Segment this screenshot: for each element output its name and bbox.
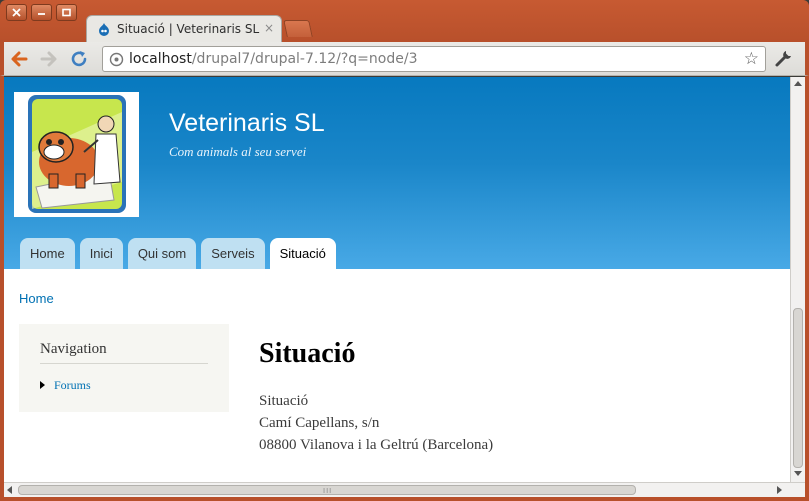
node-body: Situació Camí Capellans, s/n 08800 Vilan… bbox=[259, 390, 493, 456]
block-title: Navigation bbox=[40, 341, 107, 357]
window-frame-left bbox=[0, 76, 4, 501]
nav-link-label: Forums bbox=[54, 378, 91, 392]
scroll-down-arrow-icon[interactable] bbox=[794, 471, 802, 476]
main-menu: Home Inici Qui som Serveis Situació bbox=[20, 238, 336, 269]
body-line: 08800 Vilanova i la Geltrú (Barcelona) bbox=[259, 437, 494, 453]
site-header: Veterinaris SL Com animals al seu servei… bbox=[4, 77, 790, 269]
address-bar[interactable]: localhost/drupal7/drupal-7.12/?q=node/3 … bbox=[102, 46, 766, 72]
vet-bulldog-logo-icon[interactable] bbox=[14, 92, 139, 217]
scroll-right-arrow-icon[interactable] bbox=[777, 486, 782, 494]
back-arrow-icon[interactable] bbox=[8, 48, 30, 70]
window-titlebar: Situació | Veterinaris SL × bbox=[0, 0, 809, 43]
window-frame-right bbox=[805, 76, 809, 501]
window-frame-bottom bbox=[0, 497, 809, 501]
vertical-scrollbar[interactable] bbox=[790, 77, 805, 482]
minimize-icon bbox=[38, 13, 45, 15]
horizontal-scrollbar[interactable]: III bbox=[4, 482, 805, 497]
window-minimize-button[interactable] bbox=[31, 4, 52, 21]
browser-tab-active[interactable]: Situació | Veterinaris SL × bbox=[86, 15, 282, 43]
breadcrumb[interactable]: Home bbox=[19, 291, 54, 306]
scroll-left-arrow-icon[interactable] bbox=[7, 486, 12, 494]
menu-item-serveis[interactable]: Serveis bbox=[201, 238, 265, 269]
scroll-up-arrow-icon[interactable] bbox=[794, 81, 802, 86]
vertical-scroll-thumb[interactable] bbox=[793, 308, 803, 468]
drupal-favicon-icon bbox=[99, 23, 109, 36]
horizontal-scroll-thumb[interactable]: III bbox=[18, 485, 636, 495]
wrench-menu-icon[interactable] bbox=[774, 48, 794, 68]
window-close-button[interactable] bbox=[6, 4, 27, 21]
tab-title: Situació | Veterinaris SL bbox=[117, 22, 260, 36]
address-url: localhost/drupal7/drupal-7.12/?q=node/3 bbox=[129, 51, 417, 67]
url-host: localhost bbox=[129, 51, 192, 67]
menu-item-home[interactable]: Home bbox=[20, 238, 75, 269]
block-divider bbox=[40, 363, 208, 364]
tab-close-icon[interactable]: × bbox=[264, 21, 274, 35]
page-title: Situació bbox=[259, 338, 356, 369]
site-name[interactable]: Veterinaris SL bbox=[169, 109, 325, 138]
reload-icon[interactable] bbox=[68, 48, 90, 70]
page-info-icon bbox=[109, 52, 124, 67]
window-maximize-button[interactable] bbox=[56, 4, 77, 21]
menu-item-qui-som[interactable]: Qui som bbox=[127, 238, 197, 269]
nav-link-forums[interactable]: Forums bbox=[40, 378, 91, 393]
bullet-arrow-icon bbox=[40, 381, 45, 389]
menu-item-inici[interactable]: Inici bbox=[79, 238, 123, 269]
bookmark-star-icon[interactable]: ☆ bbox=[744, 49, 759, 69]
site-slogan: Com animals al seu servei bbox=[169, 144, 307, 159]
close-icon bbox=[12, 8, 21, 17]
url-path: /drupal7/drupal-7.12/?q=node/3 bbox=[191, 51, 418, 67]
new-tab-button[interactable] bbox=[283, 20, 313, 37]
body-line: Situació bbox=[259, 393, 309, 409]
forward-arrow-icon[interactable] bbox=[38, 48, 60, 70]
menu-item-situacio[interactable]: Situació bbox=[269, 238, 336, 269]
page-viewport: Veterinaris SL Com animals al seu servei… bbox=[4, 77, 790, 482]
maximize-icon bbox=[62, 8, 71, 17]
browser-toolbar: localhost/drupal7/drupal-7.12/?q=node/3 … bbox=[0, 42, 809, 76]
navigation-block: Navigation Forums bbox=[19, 324, 229, 412]
body-line: Camí Capellans, s/n bbox=[259, 415, 380, 431]
scroll-grip: III bbox=[323, 487, 333, 495]
